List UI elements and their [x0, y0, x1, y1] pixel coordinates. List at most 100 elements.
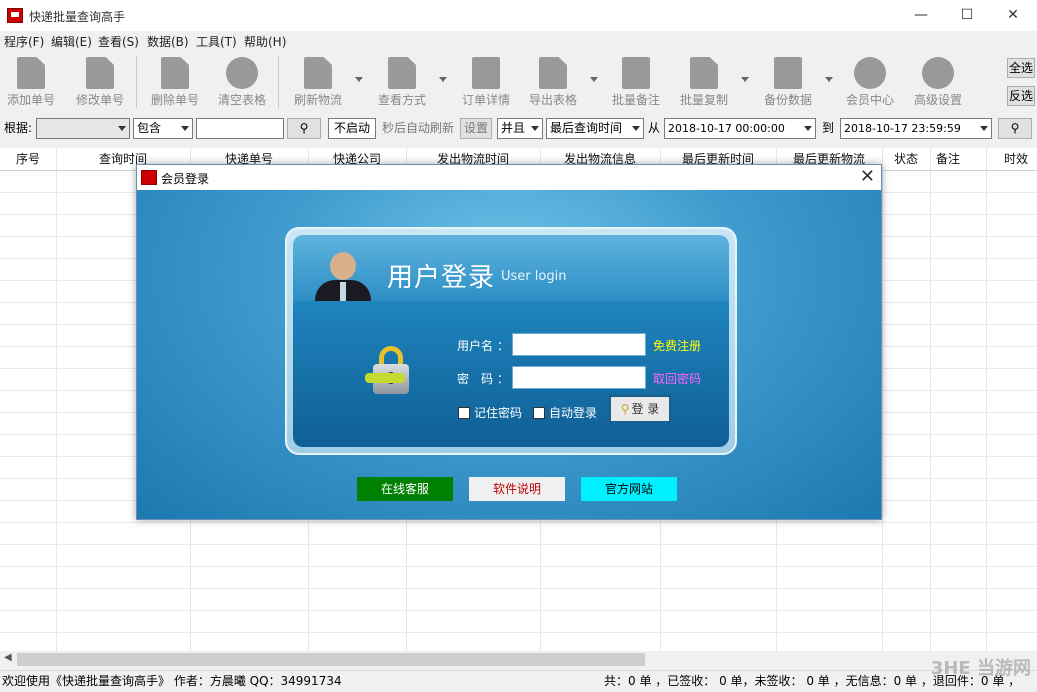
dialog-title: 会员登录: [161, 172, 210, 186]
checkbox-box[interactable]: [533, 407, 545, 419]
grid-line: [930, 148, 931, 651]
invert-select-button[interactable]: 反选: [1007, 86, 1035, 106]
horizontal-scrollbar[interactable]: ◀: [0, 651, 1037, 668]
column-header[interactable]: 序号: [0, 148, 56, 170]
search-input[interactable]: [196, 118, 284, 139]
add-number-button[interactable]: 添加单号: [2, 54, 60, 110]
search-icon: ⚲: [299, 121, 309, 135]
select-all-button[interactable]: 全选: [1007, 58, 1035, 78]
status-bar: 欢迎使用《快递批量查询高手》 作者：方晨曦 QQ：34991734 共：0 单 …: [0, 670, 1037, 691]
title-bar: 快递批量查询高手 — ☐ ✕: [0, 0, 1037, 31]
password-field[interactable]: [512, 366, 646, 389]
view-mode-button[interactable]: 查看方式: [374, 54, 430, 110]
calendar-dropdown-icon: [980, 126, 988, 131]
scroll-left-icon[interactable]: ◀: [4, 652, 12, 663]
to-label: 到: [822, 121, 835, 135]
document-icon: [17, 57, 45, 89]
edit-doc-icon: [86, 57, 114, 89]
column-header[interactable]: 状态: [882, 148, 930, 170]
field-select[interactable]: [36, 118, 130, 139]
clock-icon: [854, 57, 886, 89]
backup-data-button[interactable]: 备份数据: [760, 54, 816, 110]
login-button[interactable]: ⚲ 登 录: [609, 395, 671, 423]
menu-tools[interactable]: 工具(T): [196, 33, 237, 50]
export-table-button[interactable]: 导出表格: [524, 54, 582, 110]
minimize-button[interactable]: —: [898, 0, 944, 31]
recover-password-link[interactable]: 取回密码: [653, 370, 701, 387]
grid-line: [882, 148, 883, 651]
grid-line: [0, 544, 1037, 545]
order-detail-button[interactable]: 订单详情: [458, 54, 514, 110]
menu-data[interactable]: 数据(B): [147, 33, 189, 50]
from-date-picker[interactable]: 2018-10-17 00:00:00: [664, 118, 816, 139]
gear-icon: [922, 57, 954, 89]
logic-select[interactable]: 并且: [497, 118, 543, 139]
software-manual-button[interactable]: 软件说明: [469, 477, 565, 501]
checkbox-box[interactable]: [458, 407, 470, 419]
export-dropdown-arrow[interactable]: [590, 77, 598, 82]
batch-note-button[interactable]: 批量备注: [608, 54, 664, 110]
filter-bar: 根据: 包含 ⚲ 不启动 秒后自动刷新 设置 并且 最后查询时间 从 2018-…: [0, 116, 1037, 144]
remember-password-checkbox[interactable]: 记住密码: [458, 404, 522, 421]
dialog-close-icon[interactable]: ✕: [860, 166, 875, 187]
menu-help[interactable]: 帮助(H): [244, 33, 286, 50]
app-icon: [141, 170, 157, 185]
close-button[interactable]: ✕: [990, 0, 1036, 31]
grid-line: [0, 566, 1037, 567]
note-icon: [622, 57, 650, 89]
export-icon: [539, 57, 567, 89]
copy-dropdown-arrow[interactable]: [741, 77, 749, 82]
refresh-doc-icon: [304, 57, 332, 89]
username-field[interactable]: [512, 333, 646, 356]
column-header[interactable]: 时效: [986, 148, 1037, 170]
settings-button[interactable]: 设置: [460, 118, 492, 139]
operator-select[interactable]: 包含: [133, 118, 193, 139]
grid-line: [986, 148, 987, 651]
register-link[interactable]: 免费注册: [653, 337, 701, 354]
calendar-dropdown-icon: [804, 126, 812, 131]
menu-edit[interactable]: 编辑(E): [51, 33, 92, 50]
member-login-dialog: 会员登录 ✕ 用户登录 User login 用户名 ： 免费注册 密 码 ：: [136, 164, 882, 520]
from-label: 从: [648, 121, 661, 135]
dialog-body: 用户登录 User login 用户名 ： 免费注册 密 码 ： 取回密码 记住…: [137, 190, 881, 519]
login-heading-en: User login: [501, 269, 567, 284]
password-label: 密 码 ：: [457, 372, 509, 386]
search-button[interactable]: ⚲: [287, 118, 321, 139]
date-search-button[interactable]: ⚲: [998, 118, 1032, 139]
batch-copy-button[interactable]: 批量复制: [676, 54, 732, 110]
refresh-dropdown-arrow[interactable]: [355, 77, 363, 82]
copy-icon: [690, 57, 718, 89]
username-label: 用户名 ：: [457, 339, 509, 353]
time-field-select[interactable]: 最后查询时间: [546, 118, 644, 139]
grid-line: [0, 610, 1037, 611]
refresh-logistics-button[interactable]: 刷新物流: [290, 54, 346, 110]
clear-table-button[interactable]: 清空表格: [214, 54, 270, 110]
dialog-title-bar: 会员登录 ✕: [137, 165, 881, 190]
to-date-picker[interactable]: 2018-10-17 23:59:59: [840, 118, 992, 139]
auto-login-checkbox[interactable]: 自动登录: [533, 404, 597, 421]
backup-icon: [774, 57, 802, 89]
view-dropdown-arrow[interactable]: [439, 77, 447, 82]
edit-number-button[interactable]: 修改单号: [70, 54, 130, 110]
maximize-button[interactable]: ☐: [944, 0, 990, 31]
delete-number-button[interactable]: 删除单号: [146, 54, 204, 110]
filter-label: 根据:: [4, 121, 33, 135]
menu-view[interactable]: 查看(S): [98, 33, 139, 50]
backup-dropdown-arrow[interactable]: [825, 77, 833, 82]
official-site-button[interactable]: 官方网站: [581, 477, 677, 501]
online-service-button[interactable]: 在线客服: [357, 477, 453, 501]
scrollbar-thumb[interactable]: [17, 653, 645, 666]
chevron-down-icon: [531, 126, 539, 131]
chevron-down-icon: [632, 126, 640, 131]
window-title: 快递批量查询高手: [29, 10, 126, 24]
auto-refresh-input[interactable]: 不启动: [328, 118, 376, 139]
member-center-button[interactable]: 会员中心: [842, 54, 898, 110]
grid-line: [0, 632, 1037, 633]
menu-program[interactable]: 程序(F): [4, 33, 44, 50]
column-header[interactable]: 备注: [930, 148, 986, 170]
advanced-settings-button[interactable]: 高级设置: [910, 54, 966, 110]
login-heading: 用户登录: [387, 263, 496, 293]
order-icon: [472, 57, 500, 89]
toolbar-separator: [136, 56, 137, 108]
menu-bar: 程序(F) 编辑(E) 查看(S) 数据(B) 工具(T) 帮助(H): [0, 31, 1037, 51]
